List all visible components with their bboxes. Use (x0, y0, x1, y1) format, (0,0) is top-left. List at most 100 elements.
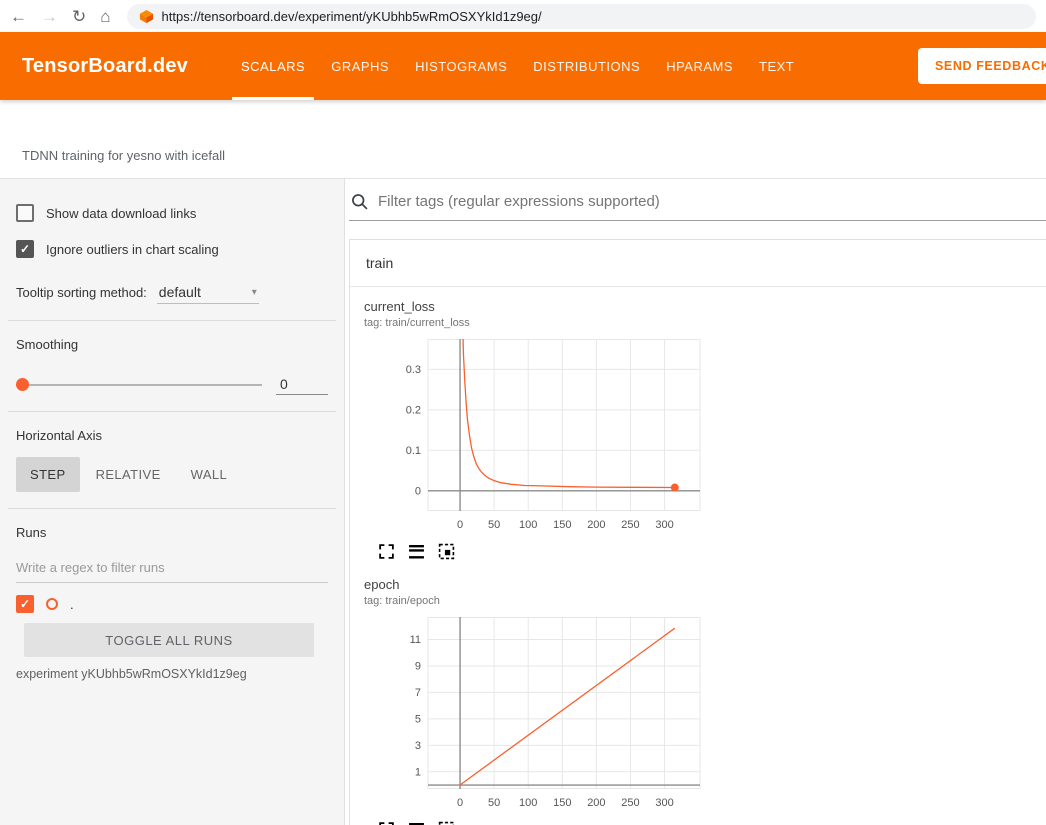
tooltip-sorting-value: default (159, 284, 201, 300)
svg-text:0.1: 0.1 (406, 445, 421, 457)
tab-graphs[interactable]: GRAPHS (318, 32, 402, 100)
settings-sidebar: Show data download links ✓ Ignore outlie… (0, 179, 345, 825)
axis-step-button[interactable]: STEP (16, 457, 80, 492)
run-name: . (70, 597, 74, 612)
chevron-down-icon: ▾ (252, 287, 257, 298)
line-chart-current-loss[interactable]: 0 50 100 150 200 250 300 0 0.1 0.2 0.3 (364, 339, 704, 537)
horizontal-axis-options: STEP RELATIVE WALL (16, 457, 328, 492)
chart-tag: tag: train/epoch (364, 595, 704, 607)
chart-tag: tag: train/current_loss (364, 317, 704, 329)
scalar-chart-current-loss: current_loss tag: train/current_loss 0 50… (364, 299, 704, 563)
forward-icon[interactable]: → (41, 8, 58, 25)
svg-text:0: 0 (457, 797, 463, 809)
run-color-swatch-icon (46, 598, 58, 610)
svg-text:0: 0 (457, 519, 463, 531)
svg-text:200: 200 (587, 797, 605, 809)
toggle-all-runs-button[interactable]: TOGGLE ALL RUNS (24, 623, 314, 657)
tag-filter-input[interactable] (378, 193, 1046, 210)
divider (8, 411, 336, 412)
ignore-outliers-label: Ignore outliers in chart scaling (46, 242, 219, 257)
app-header: TensorBoard.dev SCALARS GRAPHS HISTOGRAM… (0, 32, 1046, 100)
svg-text:0.2: 0.2 (406, 404, 421, 416)
charts-grid: current_loss tag: train/current_loss 050… (350, 287, 1046, 825)
tab-distributions[interactable]: DISTRIBUTIONS (520, 32, 653, 100)
smoothing-slider[interactable] (16, 384, 262, 386)
tab-hparams[interactable]: HPARAMS (653, 32, 746, 100)
scalar-chart-epoch: epoch tag: train/epoch 0 50 100 150 200 250 30… (364, 577, 704, 825)
svg-text:250: 250 (621, 519, 639, 531)
expand-chart-icon[interactable] (378, 543, 395, 563)
tab-scalars[interactable]: SCALARS (228, 32, 318, 100)
svg-text:200: 200 (587, 519, 605, 531)
nav-tabs: SCALARS GRAPHS HISTOGRAMS DISTRIBUTIONS … (228, 32, 807, 100)
tag-filter-row (349, 185, 1046, 221)
svg-text:100: 100 (519, 519, 537, 531)
app-logo[interactable]: TensorBoard.dev (0, 32, 188, 100)
svg-text:150: 150 (553, 519, 571, 531)
horizontal-axis-label: Horizontal Axis (16, 428, 328, 443)
checkbox-unchecked-icon[interactable] (16, 204, 34, 222)
svg-text:300: 300 (655, 519, 673, 531)
svg-text:50: 50 (488, 797, 500, 809)
smoothing-label: Smoothing (16, 337, 328, 352)
chart-actions (378, 543, 704, 563)
experiment-title: TDNN training for yesno with icefall (22, 148, 225, 163)
show-download-links-label: Show data download links (46, 206, 196, 221)
slider-thumb[interactable] (16, 378, 29, 391)
runs-filter-input[interactable] (16, 552, 328, 583)
tensorboard-favicon-icon (139, 9, 154, 24)
svg-text:250: 250 (621, 797, 639, 809)
divider (8, 508, 336, 509)
checkbox-checked-icon[interactable]: ✓ (16, 240, 34, 258)
smoothing-value-input[interactable] (276, 374, 328, 395)
search-icon (351, 193, 368, 210)
browser-toolbar: ← → ↻ ⌂ (0, 0, 1046, 32)
tab-text[interactable]: TEXT (746, 32, 807, 100)
log-scale-icon[interactable] (408, 543, 425, 563)
svg-text:7: 7 (415, 687, 421, 699)
chart-title: epoch (364, 577, 704, 592)
address-bar[interactable] (127, 4, 1036, 29)
tab-histograms[interactable]: HISTOGRAMS (402, 32, 520, 100)
svg-text:300: 300 (655, 797, 673, 809)
checkmark-icon: ✓ (20, 598, 30, 610)
experiment-id-label: experiment yKUbhb5wRmOSXYkId1z9eg (16, 667, 328, 681)
ignore-outliers-row[interactable]: ✓ Ignore outliers in chart scaling (16, 235, 328, 263)
fit-domain-icon[interactable] (438, 821, 455, 825)
section-header-train[interactable]: train (350, 240, 1046, 287)
smoothing-slider-row (16, 374, 328, 395)
train-section-card: train current_loss tag: train/current_lo… (349, 239, 1046, 825)
home-icon[interactable]: ⌂ (100, 8, 110, 25)
url-input[interactable] (162, 9, 1024, 24)
chart-title: current_loss (364, 299, 704, 314)
scalars-main: train current_loss tag: train/current_lo… (345, 179, 1046, 825)
line-chart-epoch[interactable]: 0501001502002503001357911 (364, 617, 704, 815)
divider (8, 320, 336, 321)
expand-chart-icon[interactable] (378, 821, 395, 825)
axis-wall-button[interactable]: WALL (177, 457, 242, 492)
fit-domain-icon[interactable] (438, 543, 455, 563)
tooltip-sorting-label: Tooltip sorting method: (16, 285, 147, 300)
svg-text:50: 50 (488, 519, 500, 531)
show-download-links-row[interactable]: Show data download links (16, 199, 328, 227)
svg-text:0: 0 (415, 485, 421, 497)
log-scale-icon[interactable] (408, 821, 425, 825)
run-checkbox-icon[interactable]: ✓ (16, 595, 34, 613)
svg-text:0.3: 0.3 (406, 364, 421, 376)
svg-text:150: 150 (553, 797, 571, 809)
reload-icon[interactable]: ↻ (72, 8, 86, 25)
run-row[interactable]: ✓ . (16, 595, 328, 613)
svg-text:1: 1 (415, 766, 421, 778)
svg-text:9: 9 (415, 660, 421, 672)
tooltip-sorting-row: Tooltip sorting method: default ▾ (16, 281, 328, 304)
checkmark-icon: ✓ (20, 243, 30, 255)
content: Show data download links ✓ Ignore outlie… (0, 179, 1046, 825)
experiment-title-bar: TDNN training for yesno with icefall (0, 100, 1046, 179)
send-feedback-button[interactable]: SEND FEEDBACK (918, 48, 1046, 84)
svg-text:100: 100 (519, 797, 537, 809)
svg-text:11: 11 (410, 634, 421, 646)
svg-text:5: 5 (415, 713, 421, 725)
tooltip-sorting-select[interactable]: default ▾ (157, 281, 259, 304)
back-icon[interactable]: ← (10, 8, 27, 25)
axis-relative-button[interactable]: RELATIVE (82, 457, 175, 492)
